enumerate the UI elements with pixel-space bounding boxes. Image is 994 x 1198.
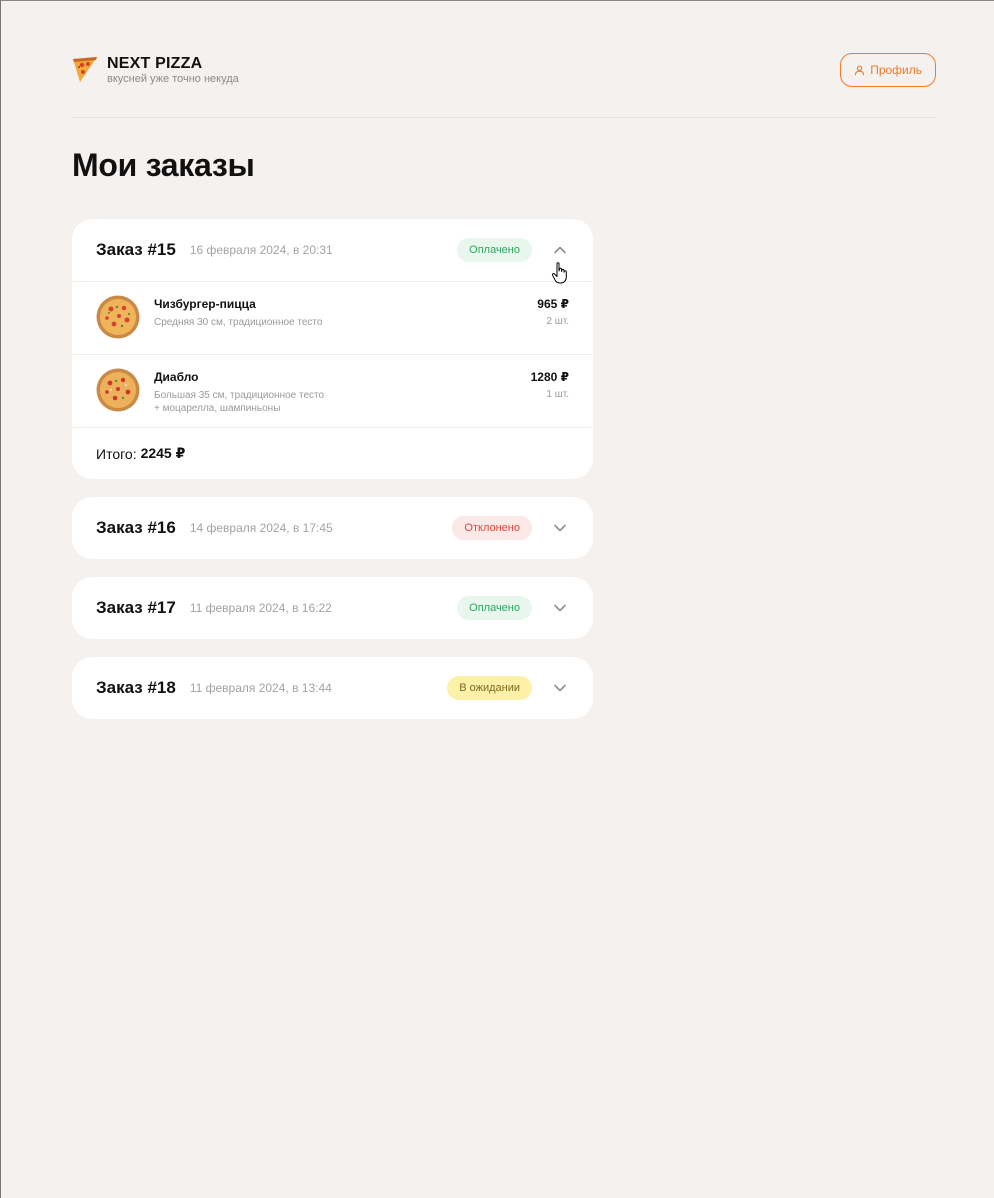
item-quantity: 1 шт. xyxy=(546,389,569,400)
item-name: Чизбургер-пицца xyxy=(154,297,256,311)
order-date: 11 февраля 2024, в 13:44 xyxy=(189,681,332,695)
order-card: Заказ #17 11 февраля 2024, в 16:22 Оплач… xyxy=(72,577,593,639)
item-description: Большая 35 см, традиционное тесто xyxy=(154,390,325,401)
item-quantity: 2 шт. xyxy=(546,316,569,327)
order-header[interactable]: Заказ #16 14 февраля 2024, в 17:45 Откло… xyxy=(72,497,593,559)
site-header: NEXT PIZZA вкусней уже точно некуда Проф… xyxy=(72,1,936,118)
order-item: Чизбургер-пицца Средняя 30 см, традицион… xyxy=(72,282,593,355)
chevron-up-icon[interactable] xyxy=(551,241,569,259)
orders-list: Заказ #15 16 февраля 2024, в 20:31 Оплач… xyxy=(72,219,593,737)
item-extras: + моцарелла, шампиньоны xyxy=(154,403,281,414)
chevron-down-icon[interactable] xyxy=(551,519,569,537)
total-value: 2245 ₽ xyxy=(140,445,186,461)
profile-label: Профиль xyxy=(870,63,922,77)
status-badge: В ожидании xyxy=(447,676,532,700)
item-name: Диабло xyxy=(154,370,199,384)
total-label: Итого: xyxy=(96,445,137,462)
chevron-down-icon[interactable] xyxy=(551,679,569,697)
order-date: 11 февраля 2024, в 16:22 xyxy=(189,601,332,615)
pizza-slice-icon xyxy=(73,57,97,82)
order-items: Чизбургер-пицца Средняя 30 см, традицион… xyxy=(72,281,593,428)
order-title: Заказ #18 xyxy=(96,678,176,697)
order-item: Диабло Большая 35 см, традиционное тесто… xyxy=(72,355,593,428)
logo[interactable]: NEXT PIZZA вкусней уже точно некуда xyxy=(72,55,239,86)
order-card: Заказ #15 16 февраля 2024, в 20:31 Оплач… xyxy=(72,219,593,479)
status-badge: Оплачено xyxy=(457,238,532,262)
order-header[interactable]: Заказ #15 16 февраля 2024, в 20:31 Оплач… xyxy=(72,219,593,281)
order-date: 16 февраля 2024, в 20:31 xyxy=(189,243,333,257)
order-header[interactable]: Заказ #17 11 февраля 2024, в 16:22 Оплач… xyxy=(72,577,593,639)
profile-button[interactable]: Профиль xyxy=(840,53,936,87)
order-title: Заказ #17 xyxy=(96,598,176,617)
order-header[interactable]: Заказ #18 11 февраля 2024, в 13:44 В ожи… xyxy=(72,657,593,719)
order-date: 14 февраля 2024, в 17:45 xyxy=(189,521,333,535)
order-title: Заказ #16 xyxy=(96,518,176,537)
pizza-image xyxy=(96,368,140,412)
brand-title: NEXT PIZZA xyxy=(107,55,203,72)
item-description: Средняя 30 см, традиционное тесто xyxy=(154,317,323,328)
order-title: Заказ #15 xyxy=(96,240,176,259)
order-card: Заказ #16 14 февраля 2024, в 17:45 Откло… xyxy=(72,497,593,559)
item-price: 1280 ₽ xyxy=(530,370,569,384)
order-card: Заказ #18 11 февраля 2024, в 13:44 В ожи… xyxy=(72,657,593,719)
brand-subtitle: вкусней уже точно некуда xyxy=(107,73,239,85)
status-badge: Отклонено xyxy=(452,516,532,540)
item-price: 965 ₽ xyxy=(537,297,569,311)
chevron-down-icon[interactable] xyxy=(551,599,569,617)
page-title: Мои заказы xyxy=(72,147,255,183)
pizza-image xyxy=(96,295,140,339)
order-total: Итого: 2245 ₽ xyxy=(72,428,593,479)
user-icon xyxy=(855,65,865,75)
status-badge: Оплачено xyxy=(457,596,532,620)
